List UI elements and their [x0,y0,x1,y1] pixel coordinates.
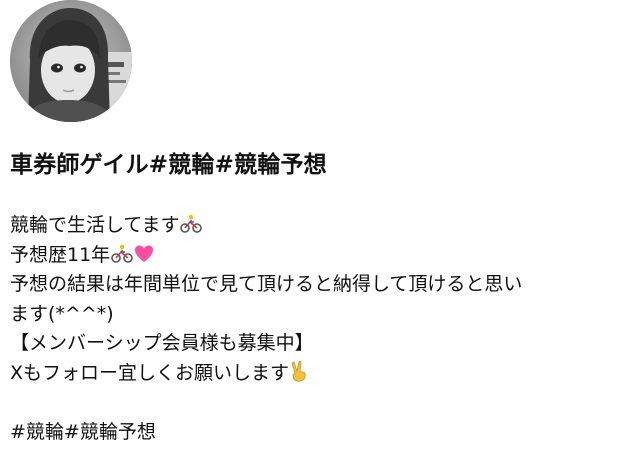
pink-heart-emoji [134,244,154,264]
bio-text: Xもフォロー宜しくお願いします [10,361,290,384]
bicyclist-emoji [180,214,203,234]
bio-blank-line [10,388,620,418]
bicyclist-emoji [111,244,133,264]
bio-line: 予想の結果は年間単位で見て頂けると納得して頂けると思い [10,273,523,295]
victory-hand-emoji [290,360,308,382]
avatar[interactable] [10,0,132,122]
bio: 競輪で生活してます 予想歴11年 予想の結果は年間単位で見て頂けると納得して頂け… [10,211,620,447]
bio-line: 予想歴11年 [10,241,620,271]
avatar-photo [10,0,132,122]
bio-line: 【メンバーシップ会員様も募集中】 [10,332,314,354]
bio-line: ます(*^^*) [10,302,114,325]
bio-line: 競輪で生活してます [10,211,620,241]
display-name: 車券師ゲイル#競輪#競輪予想 [10,152,327,178]
bio-line: Xもフォロー宜しくお願いします [10,359,620,389]
bio-text: 予想歴11年 [10,243,111,266]
hashtag-line[interactable]: #競輪#競輪予想 [10,418,620,448]
bio-text: 競輪で生活してます [10,214,180,236]
